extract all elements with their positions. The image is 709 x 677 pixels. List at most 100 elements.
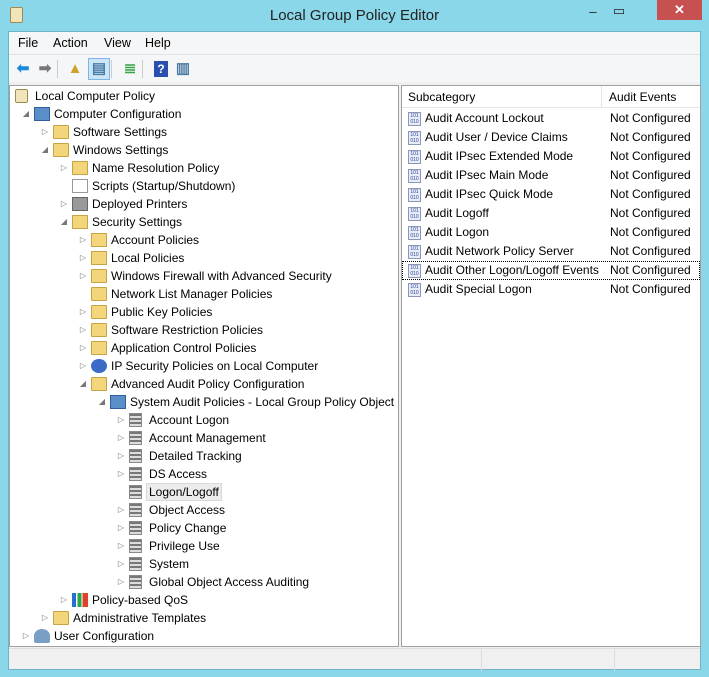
list-item[interactable]: 101 010 Audit User / Device Claims Not Conf…: [402, 128, 700, 147]
tree-item[interactable]: ◢ Windows Settings: [10, 141, 398, 159]
tree-item[interactable]: ▷ Local Policies: [10, 249, 398, 267]
maximize-button[interactable]: ▭: [606, 3, 632, 23]
collapse-arrow-icon[interactable]: ◢: [78, 375, 88, 393]
expand-arrow-icon[interactable]: ▷: [78, 303, 88, 321]
tree-item[interactable]: ▷ Windows Firewall with Advanced Security: [10, 267, 398, 285]
tree-item[interactable]: ▷ DS Access: [10, 465, 398, 483]
tree-item[interactable]: ▷ Account Logon: [10, 411, 398, 429]
tree-item[interactable]: ▷ Detailed Tracking: [10, 447, 398, 465]
tree-item-label: Network List Manager Policies: [111, 287, 273, 301]
tree-item-label: Software Settings: [73, 125, 168, 139]
column-audit-events[interactable]: Audit Events: [609, 90, 676, 104]
back-icon: ⬅: [16, 60, 30, 77]
tree-item[interactable]: ▷ Public Key Policies: [10, 303, 398, 321]
expand-arrow-icon[interactable]: ▷: [78, 249, 88, 267]
expand-arrow-icon[interactable]: ▷: [116, 519, 126, 537]
close-button[interactable]: ✕: [657, 0, 702, 20]
forward-icon: ➡: [38, 60, 52, 77]
expand-arrow-icon[interactable]: ▷: [78, 231, 88, 249]
expand-arrow-icon[interactable]: ▷: [116, 411, 126, 429]
list-item[interactable]: 101 010 Audit IPsec Quick Mode Not Configur…: [402, 185, 700, 204]
tree-item-label: IP Security Policies on Local Computer: [111, 359, 319, 373]
tree-item[interactable]: ▷ Policy-based QoS: [10, 591, 398, 609]
tree-item[interactable]: ◢ Security Settings: [10, 213, 398, 231]
tree-item[interactable]: ◢ Advanced Audit Policy Configuration: [10, 375, 398, 393]
expand-arrow-icon[interactable]: ▷: [40, 609, 50, 627]
expand-arrow-icon[interactable]: ▷: [116, 573, 126, 591]
tree-item[interactable]: Logon/Logoff: [10, 483, 398, 501]
expand-arrow-icon[interactable]: ▷: [59, 159, 69, 177]
expand-arrow-icon[interactable]: ▷: [78, 339, 88, 357]
tree-item-label: Account Policies: [111, 233, 200, 247]
list-item[interactable]: 101 010 Audit Special Logon Not Configured: [402, 280, 700, 299]
qos-icon: [72, 593, 88, 607]
tree-item[interactable]: Scripts (Startup/Shutdown): [10, 177, 398, 195]
show-hide-action-pane-button[interactable]: ▥: [172, 58, 194, 80]
expand-arrow-icon[interactable]: ▷: [78, 357, 88, 375]
tree-item[interactable]: ▷ Administrative Templates: [10, 609, 398, 627]
help-button[interactable]: ?: [150, 58, 172, 80]
expand-arrow-icon[interactable]: ▷: [40, 123, 50, 141]
expand-arrow-icon[interactable]: ▷: [59, 591, 69, 609]
export-list-button[interactable]: ≣: [119, 58, 141, 80]
expand-arrow-icon[interactable]: ▷: [116, 429, 126, 447]
subcategory-name: Audit Account Lockout: [425, 111, 544, 125]
up-folder-button[interactable]: ▲: [64, 58, 86, 80]
tree-item[interactable]: Local Computer Policy: [10, 87, 398, 105]
expand-arrow-icon[interactable]: ▷: [116, 555, 126, 573]
tree-item[interactable]: ◢ System Audit Policies - Local Group Pol…: [10, 393, 398, 411]
list-item[interactable]: 101 010 Audit Logoff Not Configured: [402, 204, 700, 223]
list-item[interactable]: 101 010 Audit Other Logon/Logoff Events Not…: [402, 261, 700, 280]
tree-item[interactable]: ▷ Global Object Access Auditing: [10, 573, 398, 591]
collapse-arrow-icon[interactable]: ◢: [97, 393, 107, 411]
collapse-arrow-icon[interactable]: ◢: [59, 213, 69, 231]
tree-item[interactable]: Network List Manager Policies: [10, 285, 398, 303]
menu-help[interactable]: Help: [145, 36, 171, 50]
list-item[interactable]: 101 010 Audit IPsec Extended Mode Not Confi…: [402, 147, 700, 166]
minimize-button[interactable]: –: [580, 4, 606, 24]
tree-item[interactable]: ▷ Deployed Printers: [10, 195, 398, 213]
tree-item[interactable]: ▷ Account Management: [10, 429, 398, 447]
tree-item[interactable]: ▷ System: [10, 555, 398, 573]
tree-item[interactable]: ▷ IP Security Policies on Local Computer: [10, 357, 398, 375]
menu-view[interactable]: View: [104, 36, 131, 50]
title-bar: Local Group Policy Editor – ▭ ✕: [0, 0, 709, 31]
menu-file[interactable]: File: [18, 36, 38, 50]
tree-item[interactable]: ▷ User Configuration: [10, 627, 398, 645]
tree-item-label: User Configuration: [54, 629, 155, 643]
list-item[interactable]: 101 010 Audit Account Lockout Not Configure…: [402, 109, 700, 128]
expand-arrow-icon[interactable]: ▷: [59, 195, 69, 213]
tree-item[interactable]: ▷ Account Policies: [10, 231, 398, 249]
tree-item-label: Software Restriction Policies: [111, 323, 264, 337]
column-divider[interactable]: [601, 86, 602, 108]
collapse-arrow-icon[interactable]: ◢: [40, 141, 50, 159]
menu-action[interactable]: Action: [53, 36, 88, 50]
expand-arrow-icon[interactable]: ▷: [78, 267, 88, 285]
expand-arrow-icon[interactable]: ▷: [116, 537, 126, 555]
expand-arrow-icon[interactable]: ▷: [78, 321, 88, 339]
tree-item[interactable]: ▷ Application Control Policies: [10, 339, 398, 357]
tree-item[interactable]: ▷ Policy Change: [10, 519, 398, 537]
tree-item[interactable]: ◢ Computer Configuration: [10, 105, 398, 123]
tree-item[interactable]: ▷ Object Access: [10, 501, 398, 519]
tree-item[interactable]: ▷ Name Resolution Policy: [10, 159, 398, 177]
expand-arrow-icon[interactable]: ▷: [116, 447, 126, 465]
list-item[interactable]: 101 010 Audit Network Policy Server Not Con…: [402, 242, 700, 261]
tree-item[interactable]: ▷ Software Settings: [10, 123, 398, 141]
list-item[interactable]: 101 010 Audit Logon Not Configured: [402, 223, 700, 242]
column-subcategory[interactable]: Subcategory: [408, 90, 475, 104]
show-hide-action-pane-icon: ▥: [175, 60, 191, 77]
tree-item[interactable]: ▷ Privilege Use: [10, 537, 398, 555]
back-button[interactable]: ⬅: [12, 58, 34, 80]
tree-item-label: Scripts (Startup/Shutdown): [92, 179, 236, 193]
show-hide-tree-button[interactable]: ▤: [88, 58, 110, 80]
expand-arrow-icon[interactable]: ▷: [116, 501, 126, 519]
collapse-arrow-icon[interactable]: ◢: [21, 105, 31, 123]
list-item[interactable]: 101 010 Audit IPsec Main Mode Not Configure…: [402, 166, 700, 185]
expand-arrow-icon[interactable]: ▷: [116, 465, 126, 483]
forward-button[interactable]: ➡: [34, 58, 56, 80]
status-bar: [9, 648, 700, 671]
expand-arrow-icon[interactable]: ▷: [21, 627, 31, 645]
tree-item[interactable]: ▷ Software Restriction Policies: [10, 321, 398, 339]
audit-events-value: Not Configured: [610, 263, 691, 277]
